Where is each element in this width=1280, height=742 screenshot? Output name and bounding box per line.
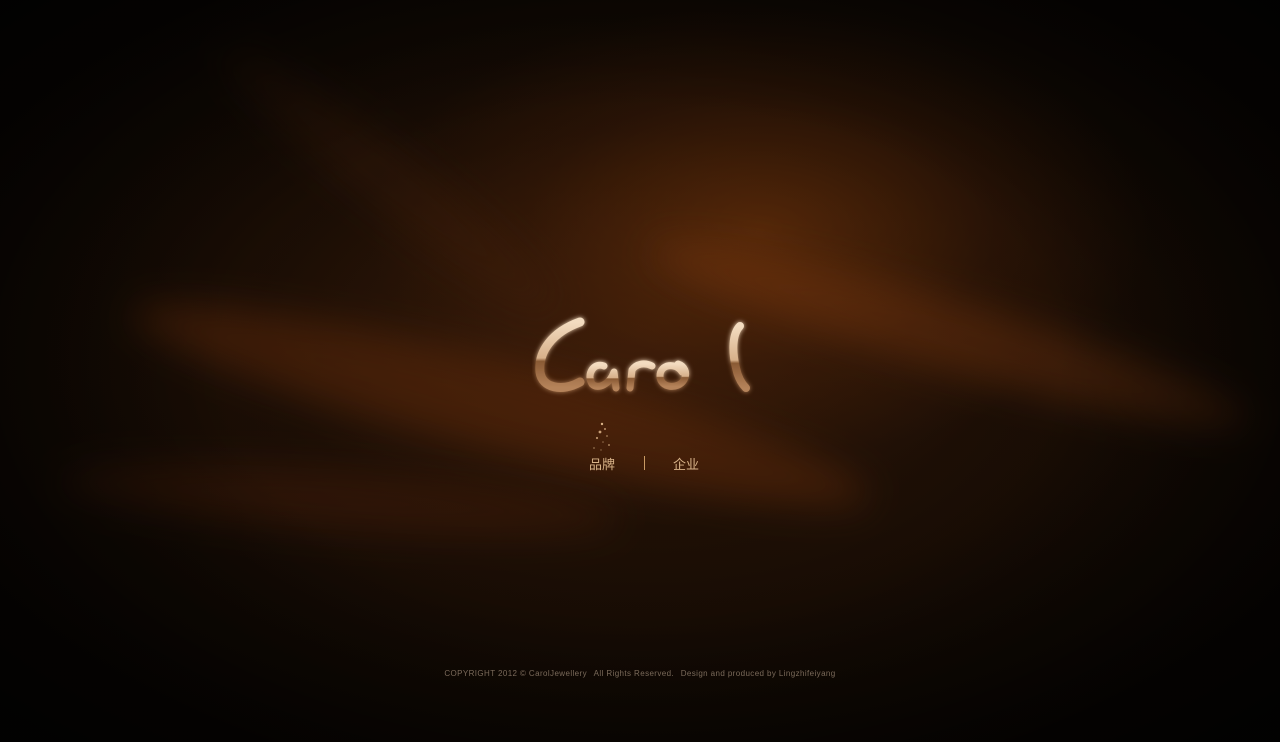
footer-rights: All Rights Reserved. xyxy=(593,669,675,678)
carol-logo xyxy=(532,312,756,398)
nav-link-enterprise[interactable]: 企业 xyxy=(673,454,699,473)
entry-nav: 品牌 企业 xyxy=(575,452,715,474)
background-light-streak xyxy=(120,269,880,541)
footer-copyright: COPYRIGHT 2012 © CarolJewellery xyxy=(444,669,587,678)
nav-separator xyxy=(644,456,645,470)
carol-logo-mark xyxy=(535,317,750,392)
background-light-streak xyxy=(58,450,622,550)
background-light-streak xyxy=(206,27,574,333)
splash-page: 品牌 企业 COPYRIGHT 2012 © CarolJewellery Al… xyxy=(0,0,1280,742)
footer-credit: Design and produced by Lingzhifeiyang xyxy=(680,669,836,678)
nav-link-brand[interactable]: 品牌 xyxy=(589,454,615,473)
footer: COPYRIGHT 2012 © CarolJewellery All Righ… xyxy=(0,669,1280,678)
